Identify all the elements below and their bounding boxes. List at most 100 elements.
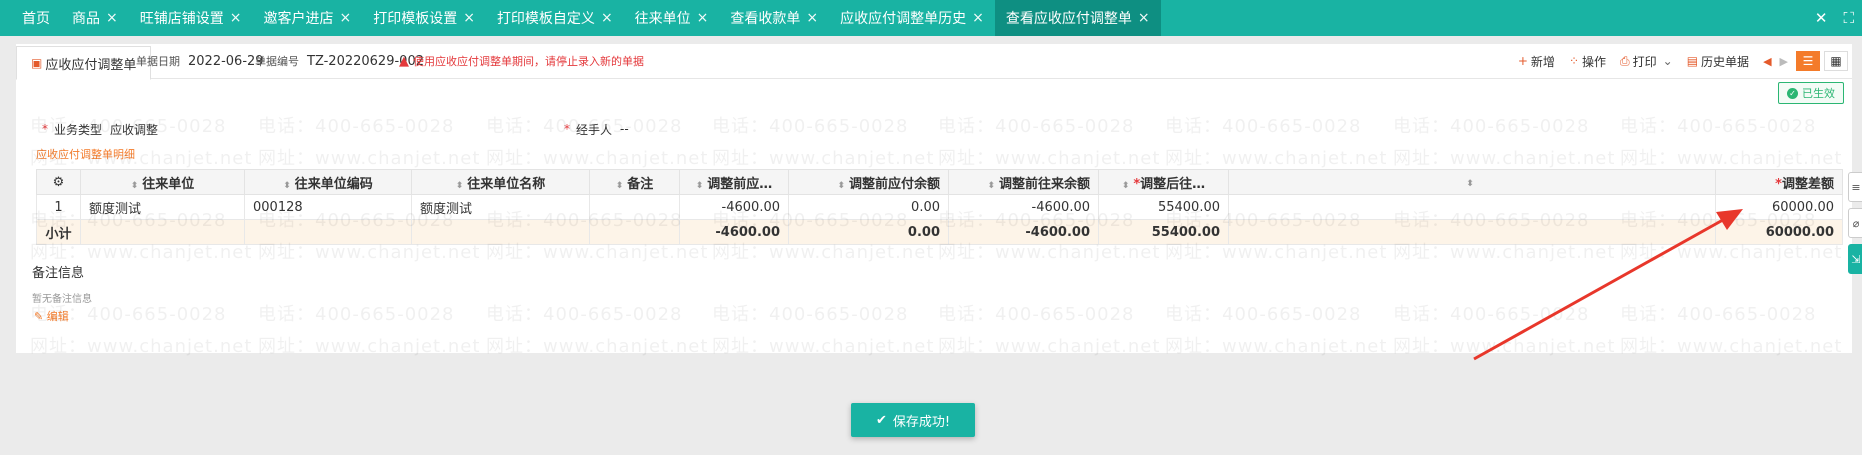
tab-item[interactable]: 商品 × bbox=[61, 0, 129, 36]
check-circle-icon: ✓ bbox=[1787, 87, 1798, 99]
warning-message: ▲ 使用应收应付调整单期间，请停止录入新的单据 bbox=[399, 44, 644, 78]
export-icon[interactable]: ⇲ bbox=[1848, 244, 1862, 274]
new-button[interactable]: + 新增 bbox=[1518, 53, 1555, 70]
sort-icon: ⬍ bbox=[455, 180, 464, 191]
tab-label: 首页 bbox=[22, 11, 50, 27]
column-header[interactable]: ⬍ 调整前应付余额 bbox=[788, 169, 949, 195]
close-tab-icon[interactable]: × bbox=[697, 10, 709, 26]
subtotal-empty bbox=[589, 219, 680, 245]
remarks-empty-text: 暂无备注信息 bbox=[32, 294, 92, 305]
subtotal-row: 小计 -4600.00 0.00 -4600.00 55400.00 60000… bbox=[36, 219, 1843, 245]
detail-table: ⚙ ⬍ 往来单位 ⬍ 往来单位编码 ⬍ 往来单位名称 ⬍ 备注 ⬍ 调整前应… ⬍ 调整前应… bbox=[36, 169, 1843, 245]
column-header[interactable]: ⬍ 往来单位 bbox=[80, 169, 245, 195]
notes-icon[interactable]: ≡ bbox=[1848, 172, 1862, 202]
status-badge: ✓ 已生效 bbox=[1778, 82, 1844, 104]
card-view-icon[interactable]: ▦ bbox=[1824, 51, 1848, 71]
prev-record-icon[interactable]: ◀ bbox=[1763, 55, 1771, 68]
sort-icon: ⬍ bbox=[1466, 178, 1474, 189]
close-tab-icon[interactable]: × bbox=[463, 10, 475, 26]
fullscreen-icon[interactable]: ⛶ bbox=[1835, 9, 1862, 27]
subtotal-before-balance: -4600.00 bbox=[948, 219, 1099, 245]
column-label: 往来单位编码 bbox=[294, 176, 373, 192]
subtotal-label: 小计 bbox=[36, 219, 81, 245]
tab-label: 往来单位 bbox=[634, 11, 691, 27]
column-header[interactable]: ⬍ *调整后往… bbox=[1098, 169, 1229, 195]
tab-label: 邀客户进店 bbox=[263, 11, 334, 27]
column-header[interactable]: ⬍ 调整前应… bbox=[679, 169, 789, 195]
print-button[interactable]: ⎙ 打印 ⌄ bbox=[1620, 53, 1673, 70]
sort-icon: ⬍ bbox=[1121, 180, 1130, 191]
operate-button[interactable]: ⁘ 操作 bbox=[1569, 53, 1606, 70]
cell-before-receivable[interactable]: -4600.00 bbox=[679, 194, 789, 220]
remarks-edit-button[interactable]: ✎ 编辑 bbox=[34, 308, 69, 324]
tab-item[interactable]: 查看应收应付调整单 × bbox=[994, 0, 1161, 36]
cell-name[interactable]: 额度测试 bbox=[411, 194, 590, 220]
tab-item[interactable]: 旺铺店铺设置 × bbox=[129, 0, 253, 36]
window-controls: ✕ ⛶ bbox=[1807, 0, 1862, 36]
close-tab-icon[interactable]: × bbox=[601, 10, 613, 26]
tab-item[interactable]: 打印模板自定义 × bbox=[486, 0, 624, 36]
check-icon: ✔ bbox=[875, 412, 887, 428]
next-record-icon[interactable]: ▶ bbox=[1780, 55, 1788, 68]
handler-field: * 经手人 -- bbox=[564, 120, 629, 138]
column-header[interactable]: ⬍ 往来单位编码 bbox=[244, 169, 412, 195]
required-marker: * bbox=[564, 122, 570, 136]
subtotal-after: 55400.00 bbox=[1098, 219, 1229, 245]
close-tab-icon[interactable]: × bbox=[339, 10, 351, 26]
handler-value[interactable]: -- bbox=[620, 122, 629, 136]
cell-before-payable[interactable]: 0.00 bbox=[788, 194, 949, 220]
close-tab-icon[interactable]: × bbox=[230, 10, 242, 26]
tab-item[interactable]: 查看收款单 × bbox=[719, 0, 829, 36]
sort-icon: ⬍ bbox=[987, 180, 995, 191]
cell-after[interactable]: 55400.00 bbox=[1098, 194, 1229, 220]
subtotal-empty bbox=[80, 219, 245, 245]
business-type-value[interactable]: 应收调整 bbox=[110, 121, 158, 138]
column-header[interactable]: ⬍ 往来单位名称 bbox=[411, 169, 590, 195]
document-tab-label: 应收应付调整单 bbox=[45, 57, 137, 73]
toast-text: 保存成功! bbox=[892, 414, 951, 430]
attachment-icon[interactable]: ⌀ bbox=[1848, 208, 1862, 238]
document-header: ▣ 应收应付调整单 单据日期 2022-06-29 单据编号 TZ-202206… bbox=[16, 44, 1852, 80]
column-header[interactable]: *调整差额 bbox=[1715, 169, 1843, 195]
column-header[interactable]: ⬍ 备注 bbox=[589, 169, 680, 195]
close-tab-icon[interactable]: × bbox=[806, 10, 818, 26]
required-marker: * bbox=[1775, 176, 1782, 192]
cell-code[interactable]: 000128 bbox=[244, 194, 412, 220]
column-label: 调整差额 bbox=[1781, 176, 1834, 192]
table-row[interactable]: 1 额度测试 000128 额度测试 -4600.00 0.00 -4600.0… bbox=[36, 194, 1843, 220]
cell-unit[interactable]: 额度测试 bbox=[80, 194, 245, 220]
tab-label: 查看应收应付调整单 bbox=[1005, 11, 1132, 27]
tab-item[interactable]: 应收应付调整单历史 × bbox=[829, 0, 995, 36]
tab-label: 旺铺店铺设置 bbox=[139, 11, 224, 27]
column-label: 往来单位 bbox=[142, 176, 195, 192]
sort-icon: ⬍ bbox=[130, 180, 139, 191]
tab-item[interactable]: 往来单位 × bbox=[624, 0, 720, 36]
handler-label: 经手人 bbox=[576, 122, 613, 137]
tab-label: 打印模板自定义 bbox=[496, 11, 595, 27]
document-tab[interactable]: ▣ 应收应付调整单 bbox=[16, 46, 152, 80]
required-marker: * bbox=[42, 122, 48, 136]
cell-blank[interactable] bbox=[1228, 194, 1716, 220]
tab-item[interactable]: 首页 bbox=[0, 0, 61, 36]
column-label: 调整前往来余额 bbox=[998, 176, 1090, 192]
column-label: 调整前应… bbox=[707, 176, 773, 192]
history-doc-icon: ▤ bbox=[1686, 54, 1699, 68]
column-settings-icon[interactable]: ⚙ bbox=[36, 169, 81, 195]
column-header[interactable]: ⬍ bbox=[1228, 169, 1716, 195]
column-header[interactable]: ⬍ 调整前往来余额 bbox=[948, 169, 1099, 195]
tab-label: 查看收款单 bbox=[730, 11, 801, 27]
close-all-icon[interactable]: ✕ bbox=[1807, 9, 1836, 27]
cell-before-balance[interactable]: -4600.00 bbox=[948, 194, 1099, 220]
warning-text: 使用应收应付调整单期间，请停止录入新的单据 bbox=[413, 55, 644, 68]
list-view-icon[interactable]: ☰ bbox=[1796, 51, 1820, 71]
doc-date: 单据日期 2022-06-29 bbox=[136, 44, 264, 78]
history-button[interactable]: ▤ 历史单据 bbox=[1687, 53, 1749, 70]
close-tab-icon[interactable]: × bbox=[972, 10, 984, 26]
cell-remark[interactable] bbox=[589, 194, 680, 220]
close-tab-icon[interactable]: × bbox=[106, 10, 118, 26]
cell-diff[interactable]: 60000.00 bbox=[1715, 194, 1843, 220]
tab-item[interactable]: 邀客户进店 × bbox=[252, 0, 362, 36]
tab-item[interactable]: 打印模板设置 × bbox=[362, 0, 486, 36]
close-tab-icon[interactable]: × bbox=[1138, 10, 1150, 26]
printer-icon: ⎙ bbox=[1620, 53, 1630, 68]
